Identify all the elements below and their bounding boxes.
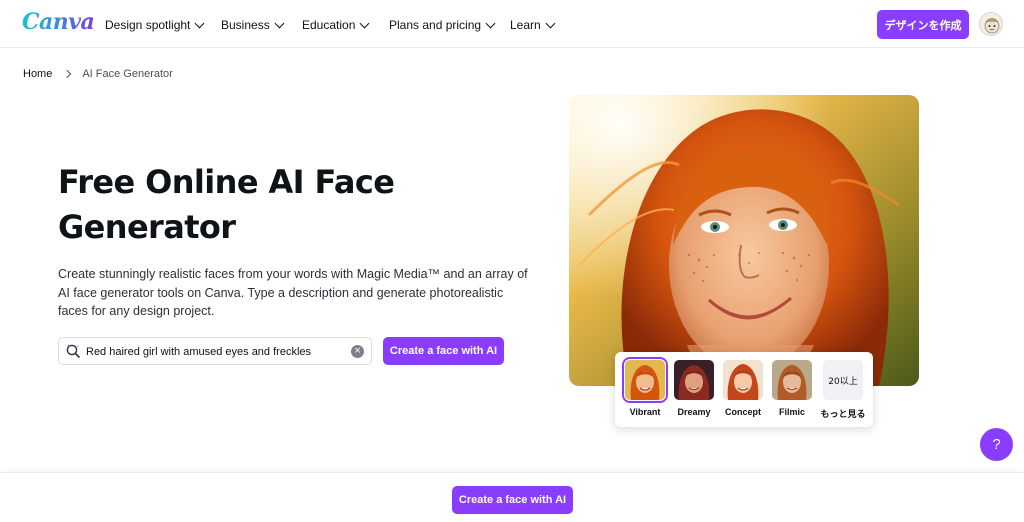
more-styles-count: 20以上 <box>823 360 863 400</box>
chevron-down-icon <box>545 18 556 28</box>
style-option-more[interactable]: 20以上 もっと見る <box>820 360 866 420</box>
style-label: Concept <box>725 407 761 417</box>
magic-search-icon <box>66 344 80 358</box>
page-title: Free Online AI Face Generator <box>58 163 395 246</box>
clear-icon[interactable]: × <box>351 345 364 358</box>
nav-business[interactable]: Business <box>221 16 285 34</box>
style-option-dreamy[interactable]: Dreamy <box>672 360 716 417</box>
style-thumbnail <box>772 360 812 400</box>
avatar[interactable] <box>979 12 1003 36</box>
hero-image <box>569 95 919 386</box>
prompt-input[interactable] <box>86 343 341 361</box>
style-option-concept[interactable]: Concept <box>721 360 765 417</box>
nav-label: Learn <box>510 18 541 32</box>
chevron-right-icon <box>63 69 72 79</box>
help-button[interactable]: ? <box>980 428 1013 461</box>
chevron-down-icon <box>274 18 285 28</box>
hero-description: Create stunningly realistic faces from y… <box>58 267 528 318</box>
style-label: Dreamy <box>677 407 711 417</box>
generated-face-image <box>569 95 919 386</box>
chevron-down-icon <box>359 18 370 28</box>
prompt-search-box[interactable]: × <box>58 337 372 365</box>
avatar-illustration <box>984 18 1000 34</box>
canva-logo[interactable]: Canva <box>22 9 95 35</box>
top-nav: Canva Design spotlight Business Educatio… <box>0 0 1024 48</box>
breadcrumb: Home AI Face Generator <box>23 68 173 80</box>
nav-education[interactable]: Education <box>302 16 370 34</box>
style-thumbnail <box>674 360 714 400</box>
nav-label: Design spotlight <box>105 18 191 32</box>
create-design-button[interactable]: デザインを作成 <box>877 10 969 39</box>
style-thumbnail <box>622 357 668 403</box>
chevron-down-icon <box>194 18 205 28</box>
chevron-down-icon <box>485 18 496 28</box>
style-option-vibrant[interactable]: Vibrant <box>622 357 668 417</box>
style-option-filmic[interactable]: Filmic <box>770 360 814 417</box>
sticky-cta-bar: Create a face with AI <box>0 472 1024 522</box>
nav-label: Plans and pricing <box>389 18 482 32</box>
create-face-button[interactable]: Create a face with AI <box>383 337 504 365</box>
more-styles-label: もっと見る <box>820 410 866 420</box>
create-face-button-bottom[interactable]: Create a face with AI <box>452 486 573 514</box>
style-picker: Vibrant Dreamy Concept Filmic 20以上 もっと見る <box>615 352 873 427</box>
breadcrumb-home[interactable]: Home <box>23 68 52 80</box>
style-label: Filmic <box>778 407 805 417</box>
style-label: Vibrant <box>629 407 661 417</box>
style-thumbnail <box>723 360 763 400</box>
nav-learn[interactable]: Learn <box>510 16 556 34</box>
nav-design-spotlight[interactable]: Design spotlight <box>105 16 205 34</box>
nav-label: Business <box>221 18 270 32</box>
breadcrumb-current: AI Face Generator <box>82 68 173 80</box>
nav-label: Education <box>302 18 356 32</box>
nav-plans-and-pricing[interactable]: Plans and pricing <box>389 16 496 34</box>
